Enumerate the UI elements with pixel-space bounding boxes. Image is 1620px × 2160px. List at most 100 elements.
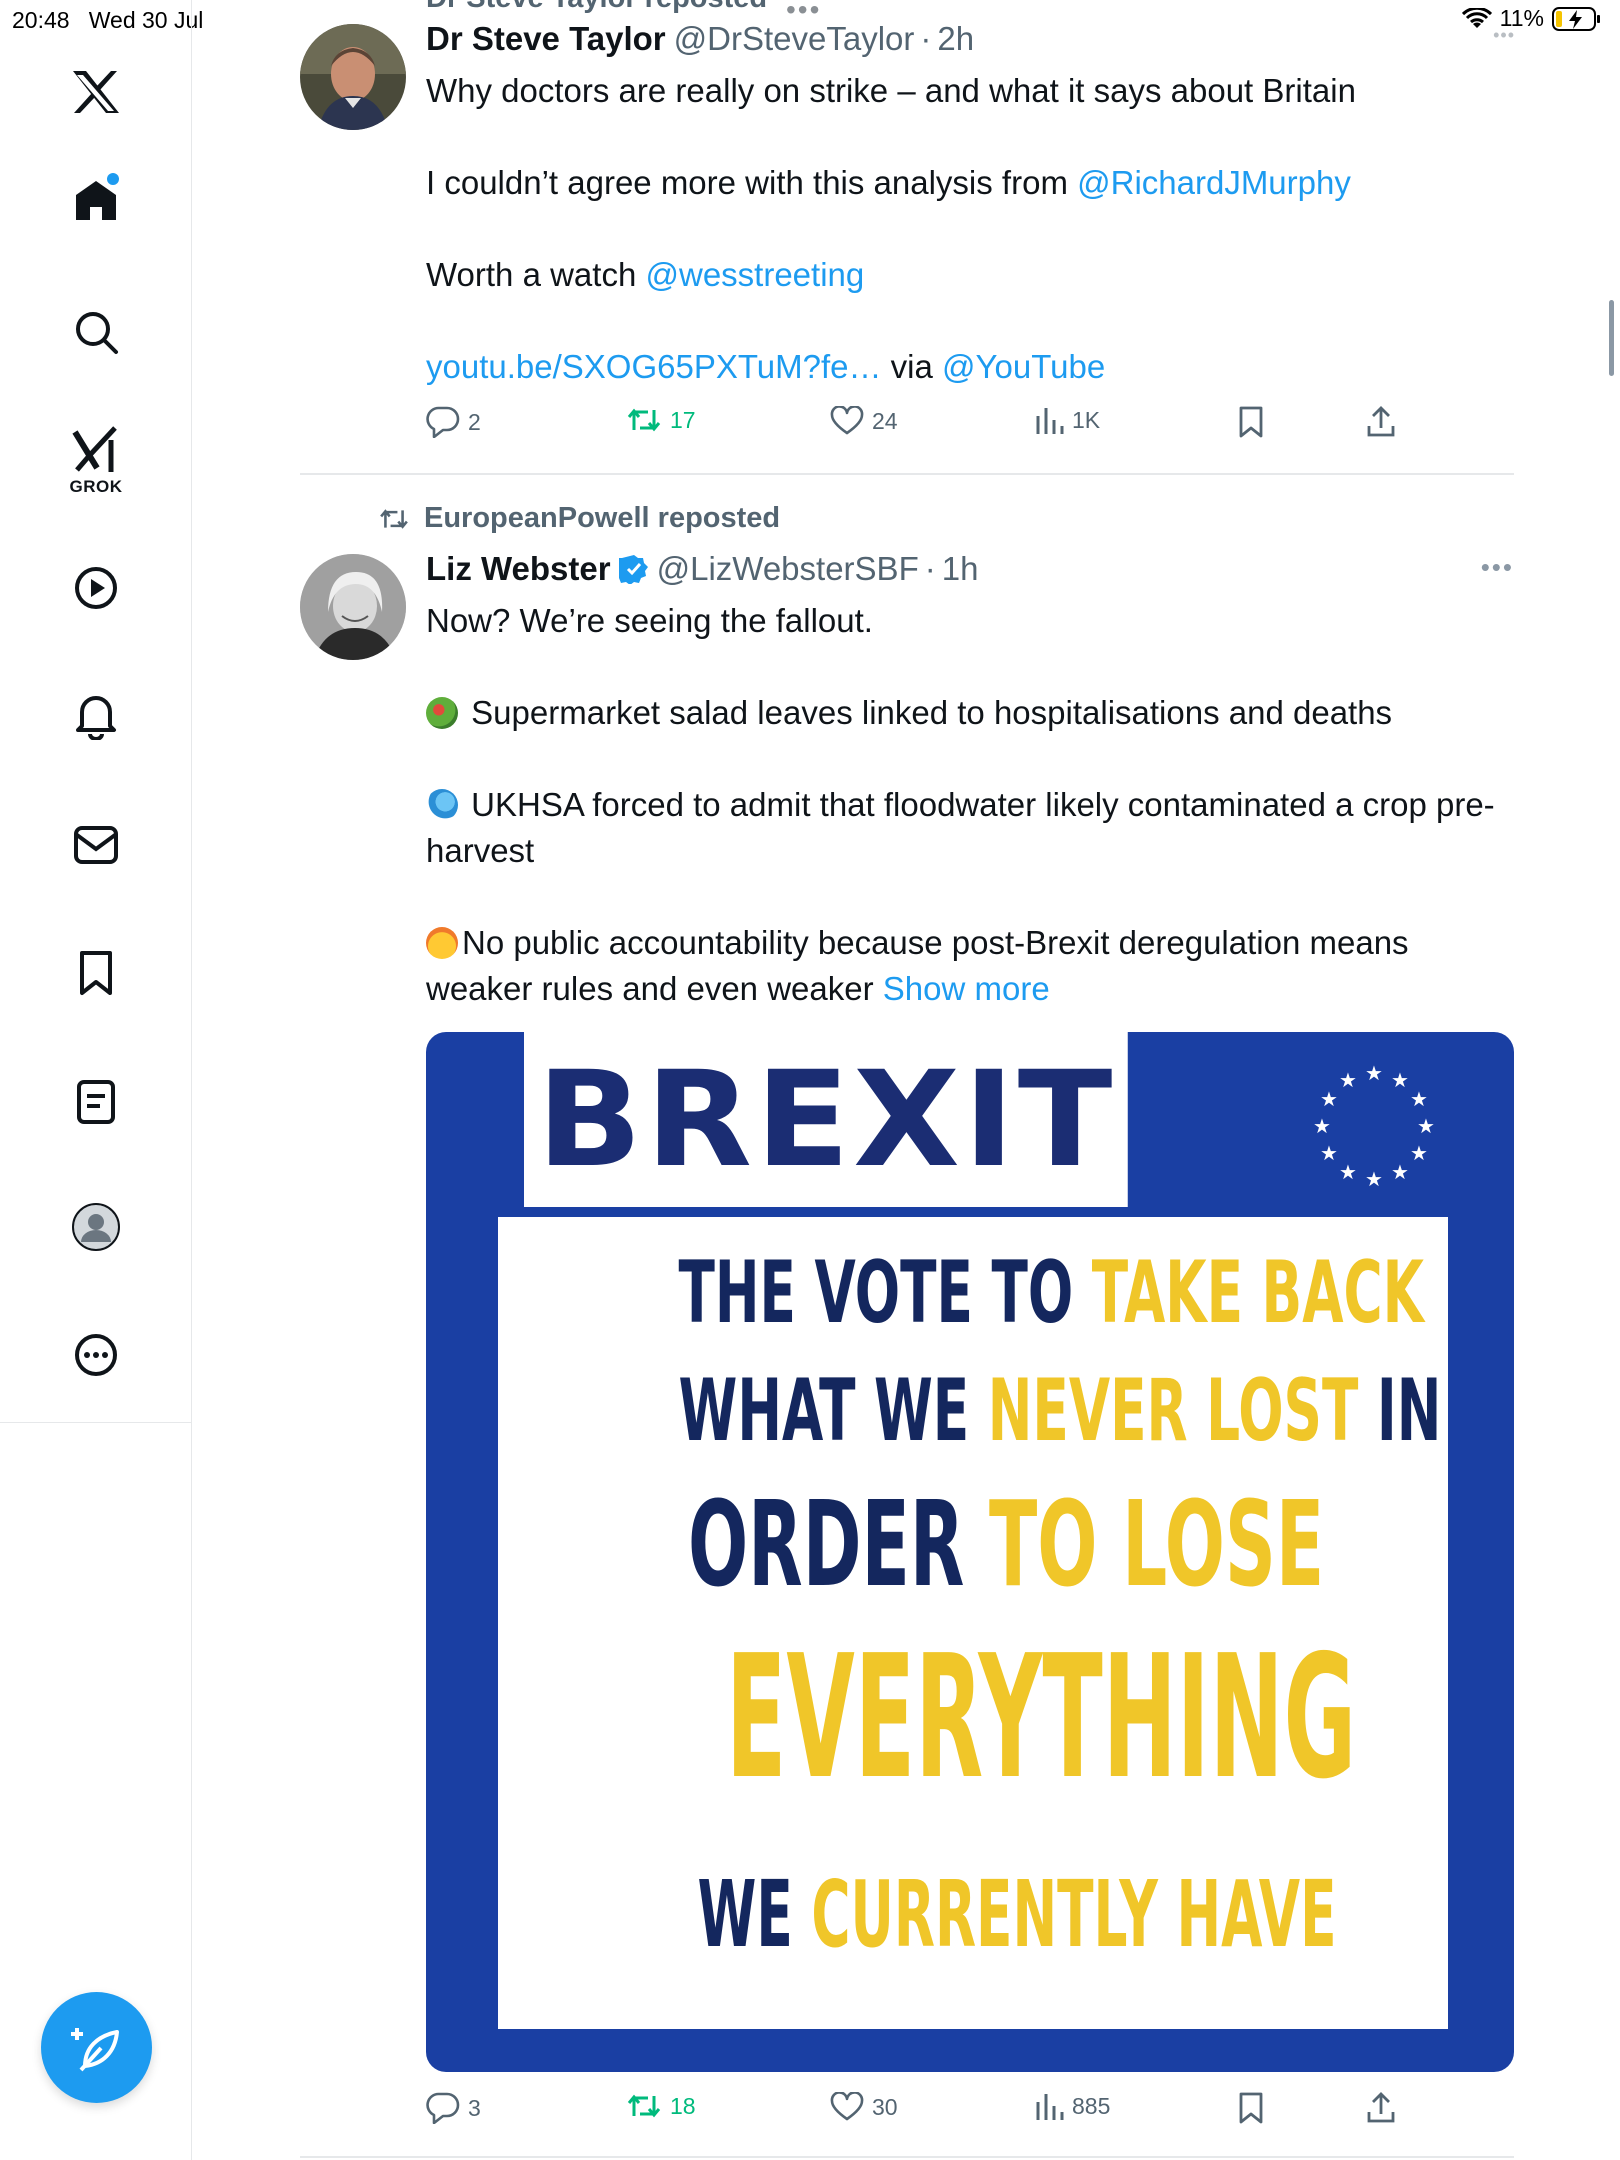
bookmarks-icon[interactable] xyxy=(0,943,192,1003)
slogan-panel: THE VOTE TO TAKE BACK WHAT WE NEVER LOST… xyxy=(498,1217,1448,2029)
tweet1-body: Why doctors are really on strike – and w… xyxy=(426,68,1514,390)
bookmark-icon xyxy=(1239,406,1263,438)
slogan-line-4: EVERYTHING xyxy=(726,1619,1357,1817)
verified-badge-icon xyxy=(618,555,648,584)
profile-avatar-icon[interactable] xyxy=(0,1197,192,1257)
lists-icon[interactable] xyxy=(0,1072,192,1132)
video-icon[interactable] xyxy=(0,558,192,618)
author-handle[interactable]: @DrSteveTaylor xyxy=(674,20,915,58)
reply-button[interactable]: 3 xyxy=(426,2092,481,2124)
svg-text:★: ★ xyxy=(1417,1114,1435,1138)
views-button[interactable]: 1K xyxy=(1034,406,1100,434)
tweet2-actions: 3 18 30 885 xyxy=(426,2092,1514,2132)
svg-text:★: ★ xyxy=(1339,1068,1357,1092)
notification-dot xyxy=(107,173,119,185)
more-options-icon[interactable] xyxy=(0,1325,192,1385)
notifications-icon[interactable] xyxy=(0,686,192,746)
avatar-steve-taylor[interactable] xyxy=(300,24,406,130)
grok-icon[interactable] xyxy=(0,422,192,478)
tweet2-para2: Supermarket salad leaves linked to hospi… xyxy=(426,690,1514,736)
tweet1-header: Dr Steve Taylor @DrSteveTaylor · 2h xyxy=(426,20,974,58)
tweet1-actions: 2 17 24 1K xyxy=(426,406,1514,446)
share-button[interactable] xyxy=(1366,406,1396,438)
tweet-dr-steve-taylor[interactable]: Dr Steve Taylor @DrSteveTaylor · 2h Why … xyxy=(300,0,1514,470)
slogan-line-5: WE CURRENTLY HAVE xyxy=(697,1861,1337,1968)
svg-text:★: ★ xyxy=(1391,1068,1409,1092)
grok-label: GROK xyxy=(69,477,123,496)
svg-text:★: ★ xyxy=(1339,1160,1357,1184)
svg-text:★: ★ xyxy=(1410,1141,1428,1165)
svg-text:★: ★ xyxy=(1313,1114,1331,1138)
reply-button[interactable]: 2 xyxy=(426,406,481,438)
x-logo-icon[interactable] xyxy=(0,62,192,122)
post-image-brexit[interactable]: BREXIT ★ ★ ★ ★ ★ ★ ★ ★ ★ ★ ★ ★ THE VOTE TO TAKE … xyxy=(426,1032,1514,2072)
reply-icon xyxy=(426,406,460,438)
mention-link[interactable]: @RichardJMurphy xyxy=(1077,164,1351,201)
share-icon xyxy=(1367,2092,1395,2123)
heart-icon xyxy=(830,2092,864,2121)
svg-text:★: ★ xyxy=(1320,1141,1338,1165)
bookmark-button[interactable] xyxy=(1238,2092,1264,2124)
tweet1-line3: Worth a watch @wesstreeting xyxy=(426,256,865,293)
post-time[interactable]: 2h xyxy=(937,20,974,58)
repost-icon xyxy=(627,2094,661,2118)
bookmark-icon xyxy=(1239,2092,1263,2124)
battery-charging-icon xyxy=(1552,6,1600,31)
separator: · xyxy=(920,20,932,57)
compose-post-button[interactable] xyxy=(41,1992,152,2103)
eu-stars-icon: ★ ★★ ★★★ ★★★ ★★★ xyxy=(1313,1061,1435,1191)
author-handle[interactable]: @LizWebsterSBF xyxy=(657,550,919,588)
svg-text:★: ★ xyxy=(1391,1160,1409,1184)
tweet1-line4: youtu.be/SXOG65PXTuM?fe… via @YouTube xyxy=(426,348,1106,385)
scrollbar-thumb[interactable] xyxy=(1609,300,1614,376)
share-button[interactable] xyxy=(1366,2092,1396,2124)
like-button[interactable]: 24 xyxy=(830,406,898,436)
views-chart-icon xyxy=(1036,408,1064,434)
tweet1-line1: Why doctors are really on strike – and w… xyxy=(426,72,1356,109)
repost-button[interactable]: 18 xyxy=(626,2092,696,2120)
exploding-head-emoji-icon xyxy=(426,927,458,959)
search-icon[interactable] xyxy=(0,302,192,362)
repost-small-icon xyxy=(380,508,408,529)
repost-button[interactable]: 17 xyxy=(626,406,696,434)
reposted-by-label[interactable]: EuropeanPowell reposted xyxy=(424,502,780,535)
tweet2-para3: UKHSA forced to admit that floodwater li… xyxy=(426,786,1495,869)
tweet2-body: Now? We’re seeing the fallout. Supermark… xyxy=(426,598,1514,1012)
mention-link[interactable]: @YouTube xyxy=(942,348,1105,385)
slogan-line-2: WHAT WE NEVER LOST IN xyxy=(678,1361,1442,1461)
tweet2-para4: No public accountability because post-Br… xyxy=(426,924,1409,1007)
avatar-liz-webster[interactable] xyxy=(300,554,406,660)
views-chart-icon xyxy=(1036,2094,1064,2120)
mention-link[interactable]: @wesstreeting xyxy=(645,256,864,293)
slogan-line-1: THE VOTE TO TAKE BACK xyxy=(678,1243,1424,1343)
repost-icon xyxy=(627,408,661,432)
tweet-divider xyxy=(300,473,1514,475)
youtube-url-link[interactable]: youtu.be/SXOG65PXTuM?fe… xyxy=(426,348,882,385)
tweet2-header: Liz Webster @LizWebsterSBF · 1h xyxy=(426,550,978,588)
svg-text:★: ★ xyxy=(1365,1167,1383,1191)
repost-header: EuropeanPowell reposted xyxy=(378,502,780,535)
share-icon xyxy=(1367,406,1395,437)
svg-text:★: ★ xyxy=(1320,1087,1338,1111)
sweat-droplets-emoji-icon xyxy=(426,789,458,821)
reply-icon xyxy=(426,2092,460,2124)
svg-text:★: ★ xyxy=(1365,1061,1383,1085)
bookmark-button[interactable] xyxy=(1238,406,1264,438)
tweet1-line2: I couldn’t agree more with this analysis… xyxy=(426,164,1351,201)
more-options-dots[interactable]: ••• xyxy=(1481,552,1514,583)
separator: · xyxy=(924,550,936,587)
salad-emoji-icon xyxy=(426,697,458,729)
tweet-divider xyxy=(300,2156,1514,2158)
compose-icon xyxy=(70,2027,119,2071)
author-name[interactable]: Liz Webster xyxy=(426,550,611,588)
heart-icon xyxy=(830,406,864,435)
views-button[interactable]: 885 xyxy=(1034,2092,1110,2120)
tweet2-para1: Now? We’re seeing the fallout. xyxy=(426,602,873,639)
home-icon[interactable] xyxy=(0,170,192,230)
like-button[interactable]: 30 xyxy=(830,2092,898,2122)
image-title: BREXIT xyxy=(524,1032,1129,1207)
post-time[interactable]: 1h xyxy=(942,550,979,588)
show-more-link[interactable]: Show more xyxy=(883,970,1050,1007)
messages-icon[interactable] xyxy=(0,815,192,875)
author-name[interactable]: Dr Steve Taylor xyxy=(426,20,666,58)
